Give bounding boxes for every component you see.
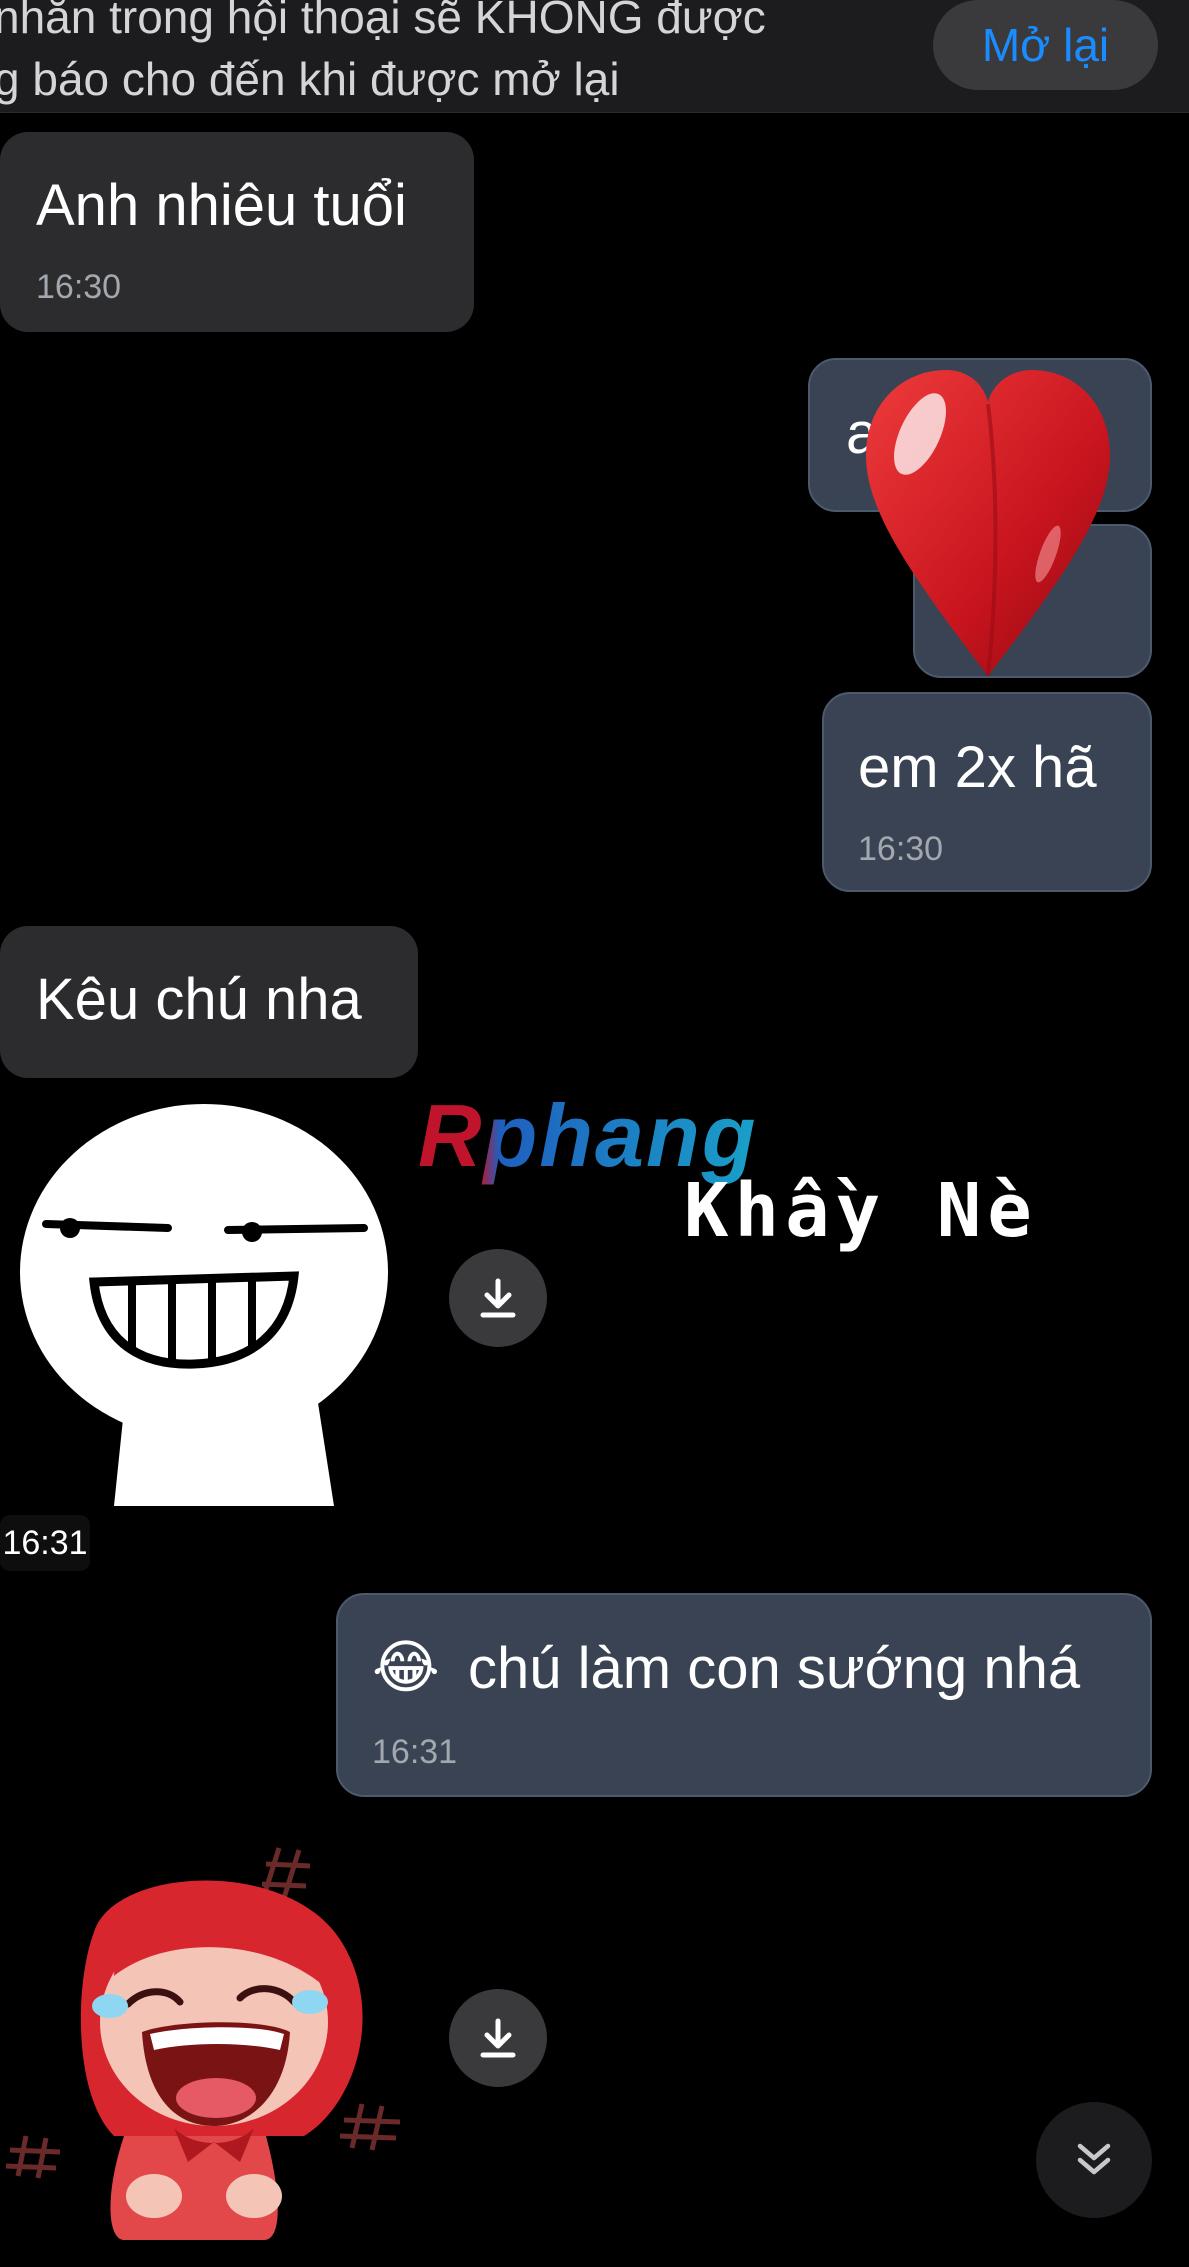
banner-line-2: g báo cho đến khi được mở lại xyxy=(0,53,620,105)
chevron-double-down-icon xyxy=(1077,2143,1111,2175)
download-icon xyxy=(480,2018,516,2058)
message-bubble-incoming[interactable]: Kêu chú nha xyxy=(0,926,418,1078)
banner-text: nhắn trong hội thoại sẽ KHÔNG được g báo… xyxy=(0,0,874,110)
message-text: Anh nhiêu tuổi xyxy=(36,173,407,238)
sticker-time: 16:31 xyxy=(0,1515,90,1571)
download-icon xyxy=(480,1278,516,1318)
message-time: 16:30 xyxy=(36,268,122,306)
download-button[interactable] xyxy=(449,1249,547,1347)
heart-icon xyxy=(866,370,1110,677)
message-bubble-outgoing[interactable]: em 2x hã 16:30 xyxy=(822,692,1152,892)
laughing-emoji-icon: 😂 xyxy=(372,1633,440,1701)
notification-banner: nhắn trong hội thoại sẽ KHÔNG được g báo… xyxy=(0,0,1189,113)
message-text: em 2x hã xyxy=(858,735,1097,800)
download-button[interactable] xyxy=(449,1989,547,2087)
scroll-to-bottom-button[interactable] xyxy=(1036,2102,1152,2218)
message-text: chú làm con sướng nhá xyxy=(468,1636,1081,1701)
message-bubble-incoming[interactable]: Anh nhiêu tuổi 16:30 xyxy=(0,132,474,332)
grinning-face-sticker[interactable] xyxy=(16,1100,396,1510)
banner-line-1: nhắn trong hội thoại sẽ KHÔNG được xyxy=(0,0,766,43)
laughing-girl-sticker[interactable] xyxy=(4,1836,414,2246)
watermark-name: Khầy Nè xyxy=(684,1168,1038,1254)
message-text: Kêu chú nha xyxy=(36,967,362,1032)
message-time: 16:31 xyxy=(372,1733,458,1771)
message-bubble-outgoing[interactable]: 😂 chú làm con sướng nhá 16:31 xyxy=(336,1593,1152,1797)
reopen-button[interactable]: Mở lại xyxy=(933,0,1158,90)
message-time: 16:30 xyxy=(858,830,944,868)
